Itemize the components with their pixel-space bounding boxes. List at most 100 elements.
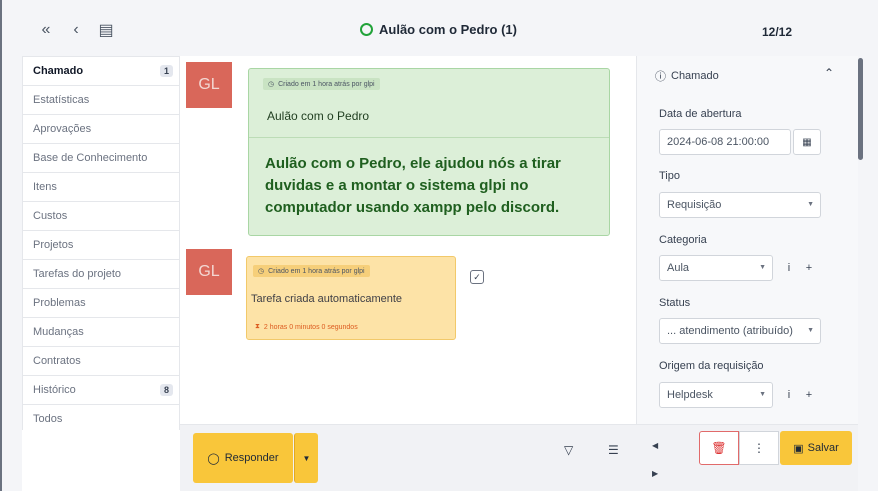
tab-itens[interactable]: Itens	[23, 173, 179, 202]
tab-estatísticas[interactable]: Estatísticas	[23, 86, 179, 115]
followup-title: Aulão com o Pedro	[267, 109, 370, 123]
task-meta: ◷ Criado em 1 hora atrás por glpi	[253, 265, 370, 277]
category-select[interactable]: Aula ▼	[659, 255, 773, 281]
ticket-title-wrap: Aulão com o Pedro (1)	[360, 22, 517, 37]
ticket-tabs: Chamado 1 Estatísticas Aprovações Base de Co…	[22, 56, 180, 435]
caret-down-icon: ▼	[759, 264, 766, 271]
collapse-left-icon[interactable]: ◀	[652, 441, 658, 450]
ticket-counter: 12/12	[762, 25, 793, 39]
tab-contratos[interactable]: Contratos	[23, 347, 179, 376]
panel-heading[interactable]: ⓘ Chamado	[655, 68, 719, 84]
tab-label: Chamado	[33, 65, 84, 77]
vertical-dots-icon: ⋮	[753, 441, 765, 455]
task-duration: ⧗ 2 horas 0 minutos 0 segundos	[255, 323, 358, 331]
tab-base-de-conhecimento[interactable]: Base de Conhecimento	[23, 144, 179, 173]
filter-icon[interactable]: ▽	[564, 443, 573, 457]
opening-date-field[interactable]: 2024-06-08 21:00:00	[659, 129, 791, 155]
action-bar: ◯ Responder ▼ ▽ ☰ ◀ ▶ 🗑 ⋮ ▣ Salvar	[180, 424, 858, 491]
tab-label: Histórico	[33, 384, 76, 396]
task-meta-text: Criado em 1 hora atrás por glpi	[268, 267, 365, 275]
info-i-icon[interactable]: i	[781, 255, 797, 281]
timeline: GL ◷ Criado em 1 hora atrás por glpi Aul…	[180, 56, 636, 424]
ticket-title: Aulão com o Pedro (1)	[379, 22, 517, 37]
info-icon: ⓘ	[655, 71, 666, 83]
info-i-icon[interactable]: i	[781, 382, 797, 408]
tab-projetos[interactable]: Projetos	[23, 231, 179, 260]
tab-chamado[interactable]: Chamado 1	[23, 57, 179, 86]
details-panel: ⓘ Chamado ⌃ Data de abertura 2024-06-08 …	[636, 56, 858, 424]
status-open-icon	[360, 23, 373, 36]
tab-tarefas-do-projeto[interactable]: Tarefas do projeto	[23, 260, 179, 289]
status-select[interactable]: ... atendimento (atribuído) ▼	[659, 318, 821, 344]
nav-background	[22, 430, 180, 491]
status-value: ... atendimento (atribuído)	[667, 325, 793, 337]
opening-date-label: Data de abertura	[659, 108, 742, 120]
avatar: GL	[186, 62, 232, 108]
type-select[interactable]: Requisição ▼	[659, 192, 821, 218]
caret-down-icon: ▼	[807, 327, 814, 334]
save-label: Salvar	[807, 442, 839, 454]
tab-mudanças[interactable]: Mudanças	[23, 318, 179, 347]
followup-meta: ◷ Criado em 1 hora atrás por glpi	[263, 78, 380, 90]
tab-label: Estatísticas	[33, 94, 90, 106]
reply-dropdown-button[interactable]: ▼	[294, 433, 318, 483]
opening-date-value: 2024-06-08 21:00:00	[667, 136, 770, 148]
reply-label: Responder	[224, 452, 279, 464]
caret-down-icon: ▼	[807, 201, 814, 208]
panel-scrollbar[interactable]	[858, 58, 863, 160]
tab-label: Todos	[33, 413, 63, 425]
tab-label: Aprovações	[33, 123, 92, 135]
timeline-list-icon[interactable]: ☰	[608, 443, 619, 457]
save-icon: ▣	[793, 442, 804, 455]
followup-bubble: ◷ Criado em 1 hora atrás por glpi Aulão …	[248, 68, 610, 236]
category-value: Aula	[667, 262, 690, 274]
delete-button[interactable]: 🗑	[699, 431, 739, 465]
tab-custos[interactable]: Custos	[23, 202, 179, 231]
divider	[249, 137, 609, 138]
task-bubble: ◷ Criado em 1 hora atrás por glpi Tarefa…	[246, 256, 456, 340]
followup-meta-text: Criado em 1 hora atrás por glpi	[278, 80, 375, 88]
save-button[interactable]: ▣ Salvar	[780, 431, 852, 465]
category-label: Categoria	[659, 234, 707, 246]
followup-body: Aulão com o Pedro, ele ajudou nós a tira…	[265, 155, 561, 216]
header-nav-icons: « ‹ ▤	[38, 21, 114, 39]
clock-icon: ◷	[258, 268, 265, 275]
calendar-icon[interactable]: ▦	[793, 129, 821, 155]
header: « ‹ ▤ Aulão com o Pedro (1) 12/12	[2, 0, 878, 56]
plus-icon[interactable]: +	[801, 255, 817, 281]
speech-bubble-icon: ◯	[207, 452, 220, 465]
tab-label: Tarefas do projeto	[33, 268, 122, 280]
task-text: Tarefa criada automaticamente	[251, 293, 403, 305]
tab-label: Contratos	[33, 355, 81, 367]
status-label: Status	[659, 297, 691, 309]
double-chevron-left-icon[interactable]: «	[38, 21, 54, 38]
caret-down-icon: ▼	[759, 391, 766, 398]
reply-button[interactable]: ◯ Responder	[193, 433, 293, 483]
origin-select[interactable]: Helpdesk ▼	[659, 382, 773, 408]
count-badge: 1	[159, 65, 173, 77]
chevron-up-icon[interactable]: ⌃	[824, 66, 834, 80]
task-done-checkbox-icon[interactable]: ✓	[470, 270, 484, 284]
avatar: GL	[186, 249, 232, 295]
panel-heading-text: Chamado	[671, 70, 719, 82]
tab-label: Mudanças	[33, 326, 84, 338]
tab-label: Problemas	[33, 297, 86, 309]
ticket-page: « ‹ ▤ Aulão com o Pedro (1) 12/12 Chamad…	[0, 0, 878, 491]
trash-icon: 🗑	[711, 441, 727, 455]
tab-label: Itens	[33, 181, 57, 193]
list-icon[interactable]: ▤	[98, 22, 114, 39]
chevron-left-icon[interactable]: ‹	[68, 21, 84, 38]
hourglass-icon: ⧗	[255, 323, 260, 330]
tab-histórico[interactable]: Histórico 8	[23, 376, 179, 405]
tab-label: Base de Conhecimento	[33, 152, 148, 164]
tab-label: Custos	[33, 210, 68, 222]
origin-label: Origem da requisição	[659, 360, 764, 372]
type-label: Tipo	[659, 170, 680, 182]
more-options-button[interactable]: ⋮	[739, 431, 779, 465]
tab-problemas[interactable]: Problemas	[23, 289, 179, 318]
task-duration-text: 2 horas 0 minutos 0 segundos	[263, 323, 358, 331]
clock-icon: ◷	[268, 81, 275, 88]
expand-right-icon[interactable]: ▶	[652, 469, 658, 478]
tab-aprovações[interactable]: Aprovações	[23, 115, 179, 144]
plus-icon[interactable]: +	[801, 382, 817, 408]
